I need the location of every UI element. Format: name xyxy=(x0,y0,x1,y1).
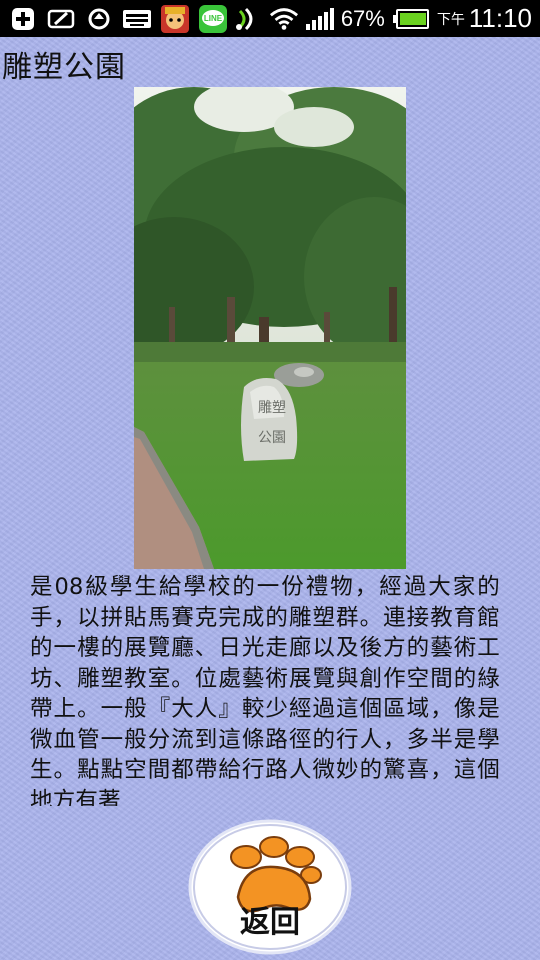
system-status: 67% 下午 11:10 xyxy=(233,3,532,34)
svg-text:LINE: LINE xyxy=(204,14,223,23)
description-text: 是08級學生給學校的一份禮物，經過大家的手，以拼貼馬賽克完成的雕塑群。連接教育館… xyxy=(30,574,500,806)
svg-text:雕塑: 雕塑 xyxy=(258,400,286,416)
signal-icon xyxy=(305,6,335,32)
time-ampm: 下午 xyxy=(436,11,465,28)
svg-text:公園: 公園 xyxy=(258,430,286,446)
page-title: 雕塑公園 xyxy=(2,50,126,85)
back-button[interactable]: 返回 xyxy=(186,815,354,955)
game-app-icon xyxy=(160,4,190,33)
pen-notification-icon xyxy=(46,6,76,32)
line-app-icon: LINE xyxy=(198,4,228,33)
keyboard-icon xyxy=(122,6,152,32)
sculpture-park-photo: 雕塑 公園 xyxy=(134,87,406,569)
nfc-icon xyxy=(233,6,263,32)
sync-icon xyxy=(84,6,114,32)
plus-notification-icon xyxy=(8,6,38,32)
clock-time: 11:10 xyxy=(468,3,532,33)
notification-icons: LINE xyxy=(8,4,228,33)
battery-percent: 67% xyxy=(340,5,385,31)
status-bar: LINE 67% 下午 11:10 xyxy=(0,0,540,37)
description-panel[interactable]: 是08級學生給學校的一份禮物，經過大家的手，以拼貼馬賽克完成的雕塑群。連接教育館… xyxy=(30,572,500,806)
back-button-label: 返回 xyxy=(240,905,300,940)
battery-icon xyxy=(391,6,431,32)
wifi-icon xyxy=(269,6,299,32)
